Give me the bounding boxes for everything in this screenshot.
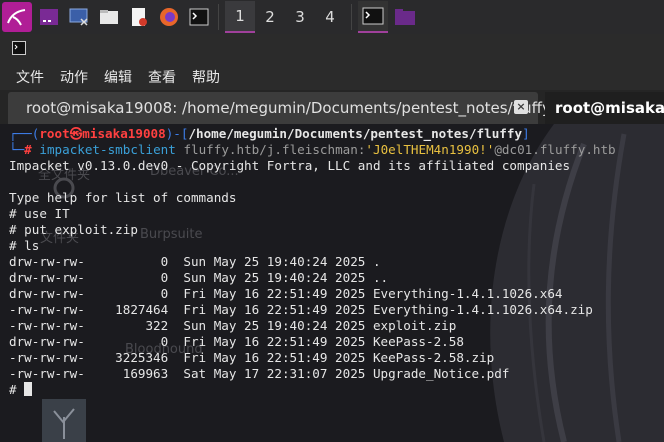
desktop-label: Burpsuite (140, 227, 203, 242)
close-icon[interactable]: × (514, 100, 528, 114)
output-line: # use IT (9, 206, 70, 221)
window-terminal-icon (12, 40, 26, 59)
prompt-path: /home/megumin/Documents/pentest_notes/fl… (188, 126, 523, 141)
taskbar-separator (351, 4, 352, 30)
menu-file[interactable]: 文件 (16, 67, 44, 87)
output-line: drw-rw-rw- 0 Sun May 25 19:40:24 2025 .. (9, 270, 389, 285)
terminal-view[interactable]: 全文件夹 Dbeaver Co... Burpsuite 文件夹 Bloodho… (0, 124, 664, 442)
prompt-prefix: └─ (9, 142, 25, 157)
workspace-1[interactable]: 1 (225, 1, 255, 33)
text-editor-icon[interactable] (126, 4, 152, 30)
output-line: -rw-rw-rw- 1827464 Fri May 16 22:51:49 2… (9, 302, 593, 317)
menu-view[interactable]: 查看 (148, 67, 176, 87)
workspace-3-label: 3 (295, 8, 305, 26)
workspace-4-label: 4 (325, 8, 335, 26)
workspace-4[interactable]: 4 (315, 1, 345, 33)
taskbar-separator (218, 4, 219, 30)
output-line: # put exploit.zip (9, 222, 138, 237)
file-manager-icon[interactable] (96, 4, 122, 30)
workspace-2[interactable]: 2 (255, 1, 285, 33)
tab-bar: root@misaka19008: /home/megumin/Document… (0, 90, 664, 124)
output-line: -rw-rw-rw- 322 Sun May 25 19:40:24 2025 … (9, 318, 457, 333)
menu-actions[interactable]: 动作 (60, 67, 88, 87)
command-arg-host: @dc01.fluffy.htb (494, 142, 616, 157)
menubar: 文件 动作 编辑 查看 帮助 (0, 64, 664, 90)
tab-terminal-1[interactable]: root@misaka19008: /home/megumin/Document… (8, 92, 551, 124)
input-prompt: # (9, 382, 25, 397)
prompt-bracket: ┌──( (9, 126, 40, 141)
output-line: Type help for list of commands (9, 190, 237, 205)
prompt-hash: # (24, 142, 32, 157)
output-line: drw-rw-rw- 0 Sun May 25 19:40:24 2025 . (9, 254, 381, 269)
output-line: # ls (9, 238, 40, 253)
prompt-host: misaka19008 (82, 126, 166, 141)
desktop-tree-image-icon (42, 399, 86, 442)
command-arg-target: fluffy.htb/j.fleischman: (183, 142, 366, 157)
terminal-launcher-icon[interactable] (186, 4, 212, 30)
prompt-bracket: ] (522, 126, 530, 141)
tab-label: root@misaka19 (555, 99, 664, 117)
output-line: Impacket v0.13.0.dev0 - Copyright Fortra… (9, 158, 571, 173)
tab-terminal-2[interactable]: root@misaka19 (545, 92, 664, 124)
input-line[interactable]: # (9, 382, 33, 398)
command-name: impacket-smbclient (39, 142, 176, 157)
output-line: drw-rw-rw- 0 Fri May 16 22:51:49 2025 Ev… (9, 286, 563, 301)
taskbar: 1 2 3 4 (0, 0, 664, 34)
text-cursor (24, 382, 33, 396)
prompt-line-2: └─# impacket-smbclient fluffy.htb/j.flei… (9, 142, 616, 158)
output-line: drw-rw-rw- 0 Fri May 16 22:51:49 2025 Ke… (9, 334, 464, 349)
show-desktop-icon[interactable] (36, 4, 62, 30)
tab-label: root@misaka19008: /home/megumin/Document… (26, 99, 551, 117)
output-line: -rw-rw-rw- 169963 Sat May 17 22:31:07 20… (9, 366, 510, 381)
output-line: -rw-rw-rw- 3225346 Fri May 16 22:51:49 2… (9, 350, 495, 365)
firefox-icon[interactable] (156, 4, 182, 30)
workspace-3[interactable]: 3 (285, 1, 315, 33)
screenshot-icon[interactable] (66, 4, 92, 30)
prompt-line-1: ┌──(root㉿misaka19008)-[/home/megumin/Doc… (9, 126, 530, 142)
prompt-at-symbol: ㉿ (69, 126, 83, 141)
workspace-2-label: 2 (265, 8, 275, 26)
menu-edit[interactable]: 编辑 (104, 67, 132, 87)
command-arg-password: 'J0elTHEM4n1990!' (365, 142, 495, 157)
prompt-separator: )-[ (165, 126, 189, 141)
prompt-user: root (39, 126, 70, 141)
window-titlebar[interactable] (0, 34, 664, 64)
task-folder-icon[interactable] (392, 4, 418, 30)
workspace-1-label: 1 (235, 7, 245, 25)
task-terminal[interactable] (358, 1, 388, 33)
menu-help[interactable]: 帮助 (192, 67, 220, 87)
kali-menu-icon[interactable] (2, 2, 32, 32)
